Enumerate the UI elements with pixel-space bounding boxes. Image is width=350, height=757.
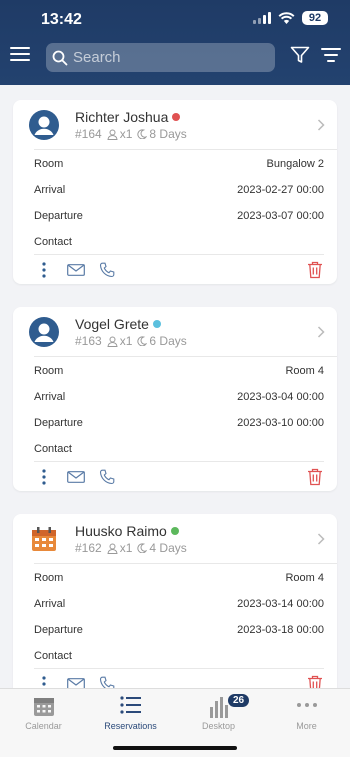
list-icon — [119, 696, 141, 714]
app-header: 13:42 92 — [0, 0, 350, 85]
reservation-card[interactable]: Vogel Grete #163 x1 6 Days Room Room 4 Ar… — [13, 307, 337, 491]
arrival-row: Arrival 2023-03-04 00:00 — [34, 391, 324, 403]
tab-label: Calendar — [25, 721, 62, 731]
divider — [34, 149, 337, 150]
tab-label: More — [296, 721, 317, 731]
chevron-right-icon[interactable] — [317, 119, 325, 131]
more-vertical-icon[interactable] — [42, 469, 46, 485]
guest-icon — [107, 129, 118, 140]
tab-label: Desktop — [201, 721, 236, 731]
trash-icon[interactable] — [307, 468, 323, 486]
phone-icon[interactable] — [99, 469, 115, 485]
reservation-meta: #162 x1 4 Days — [75, 541, 187, 555]
departure-row: Departure 2023-03-07 00:00 — [34, 210, 324, 222]
divider — [34, 254, 324, 255]
divider — [34, 563, 337, 564]
tab-more[interactable]: More — [263, 693, 350, 733]
chevron-right-icon[interactable] — [317, 533, 325, 545]
guest-icon — [107, 336, 118, 347]
filter-icon[interactable] — [290, 46, 310, 64]
menu-button[interactable] — [10, 47, 30, 63]
status-bar: 13:42 92 — [0, 0, 350, 38]
divider — [34, 461, 324, 462]
reservation-card[interactable]: Huusko Raimo #162 x1 4 Days Room Room 4 A… — [13, 514, 337, 688]
cellular-signal-icon — [253, 12, 271, 24]
trash-icon[interactable] — [307, 675, 323, 688]
divider — [34, 356, 337, 357]
moon-icon — [137, 543, 148, 553]
departure-row: Departure 2023-03-10 00:00 — [34, 417, 324, 429]
trash-icon[interactable] — [307, 261, 323, 279]
sort-button[interactable] — [321, 48, 341, 62]
moon-icon — [137, 129, 148, 139]
sort-icon — [321, 48, 341, 50]
divider — [34, 668, 324, 669]
mail-icon[interactable] — [67, 678, 85, 688]
tab-calendar[interactable]: Calendar — [0, 693, 87, 733]
card-actions — [34, 467, 324, 487]
room-row: Room Room 4 — [34, 365, 324, 377]
contact-row: Contact — [34, 236, 72, 248]
search-bar[interactable] — [46, 43, 275, 72]
reservation-list[interactable]: Richter Joshua #164 x1 8 Days Room Bungal… — [0, 85, 350, 688]
reservation-card[interactable]: Richter Joshua #164 x1 8 Days Room Bungal… — [13, 100, 337, 284]
status-dot — [152, 320, 161, 328]
nights-count: 4 Days — [149, 541, 187, 555]
status-time: 13:42 — [41, 11, 82, 28]
mail-icon[interactable] — [67, 264, 85, 276]
phone-icon[interactable] — [99, 262, 115, 278]
reservation-meta: #163 x1 6 Days — [75, 334, 187, 348]
calendar-avatar-icon — [32, 527, 56, 551]
phone-icon[interactable] — [99, 676, 115, 688]
status-dot — [170, 527, 179, 535]
guest-name: Huusko Raimo — [75, 523, 179, 539]
reservation-id: #163 — [75, 334, 102, 348]
contact-row: Contact — [34, 650, 72, 662]
tab-desktop[interactable]: 26 Desktop — [175, 693, 262, 733]
status-icons: 92 — [253, 11, 328, 25]
nights-count: 8 Days — [149, 127, 187, 141]
reservation-id: #164 — [75, 127, 102, 141]
person-avatar-icon — [29, 110, 59, 140]
notification-badge: 26 — [227, 693, 251, 708]
home-indicator[interactable] — [113, 746, 237, 750]
card-actions — [34, 674, 324, 688]
moon-icon — [137, 336, 148, 346]
card-actions — [34, 260, 324, 280]
reservation-id: #162 — [75, 541, 102, 555]
departure-row: Departure 2023-03-18 00:00 — [34, 624, 324, 636]
wifi-icon — [278, 12, 295, 24]
arrival-row: Arrival 2023-02-27 00:00 — [34, 184, 324, 196]
mail-icon[interactable] — [67, 471, 85, 483]
nights-count: 6 Days — [149, 334, 187, 348]
guest-count: x1 — [119, 127, 133, 141]
search-input[interactable] — [73, 49, 263, 66]
contact-row: Contact — [34, 443, 72, 455]
person-avatar-icon — [29, 317, 59, 347]
guest-name: Richter Joshua — [75, 109, 181, 125]
chevron-right-icon[interactable] — [317, 326, 325, 338]
status-dot — [172, 113, 181, 121]
arrival-row: Arrival 2023-03-14 00:00 — [34, 598, 324, 610]
hamburger-icon — [10, 47, 30, 49]
calendar-icon — [33, 698, 54, 716]
room-row: Room Room 4 — [34, 572, 324, 584]
reservation-meta: #164 x1 8 Days — [75, 127, 187, 141]
tab-reservations[interactable]: Reservations — [87, 693, 174, 733]
tab-label: Reservations — [104, 721, 157, 731]
battery-indicator: 92 — [302, 11, 328, 25]
more-vertical-icon[interactable] — [42, 676, 46, 688]
guest-icon — [107, 543, 118, 554]
room-row: Room Bungalow 2 — [34, 158, 324, 170]
more-horizontal-icon — [296, 703, 317, 707]
guest-count: x1 — [119, 334, 133, 348]
search-icon — [52, 50, 68, 65]
more-vertical-icon[interactable] — [42, 262, 46, 278]
guest-count: x1 — [119, 541, 133, 555]
guest-name: Vogel Grete — [75, 316, 161, 332]
